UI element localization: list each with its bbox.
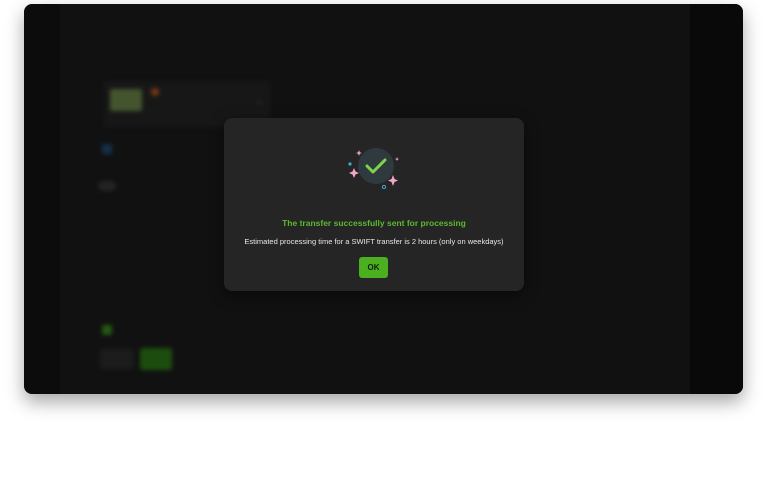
success-dialog: The transfer successfully sent for proce… <box>224 118 524 291</box>
ok-button[interactable]: OK <box>359 257 388 278</box>
dialog-title: The transfer successfully sent for proce… <box>282 218 466 228</box>
dialog-message: Estimated processing time for a SWIFT tr… <box>244 237 504 246</box>
checkmark-circle-icon <box>348 148 399 190</box>
